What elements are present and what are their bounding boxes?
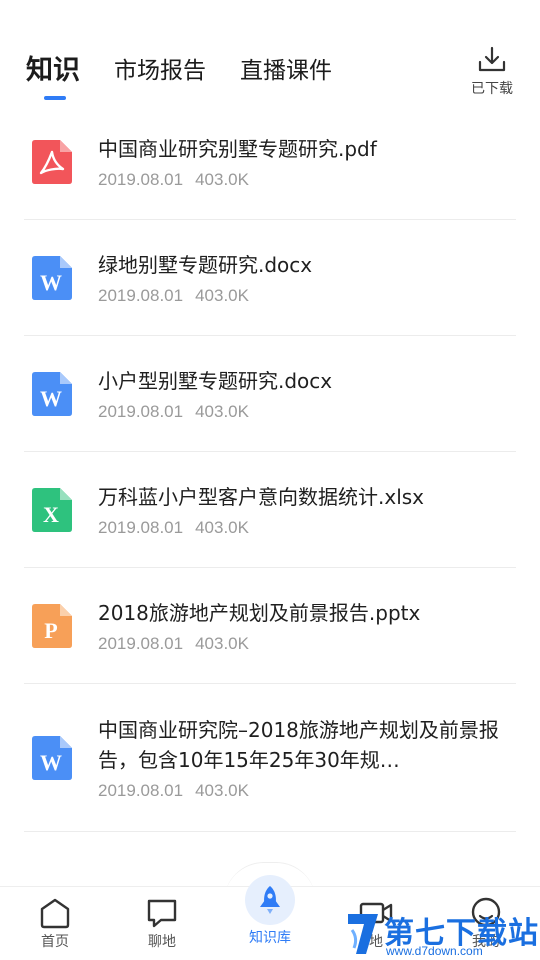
nav-home-label: 首页 — [41, 934, 69, 950]
file-size: 403.0K — [195, 285, 249, 305]
svg-text:W: W — [40, 750, 62, 775]
file-date: 2019.08.01 — [98, 517, 184, 537]
nav-chat-label: 聊地 — [148, 934, 176, 950]
svg-text:W: W — [40, 270, 62, 295]
word-file-icon: W — [32, 735, 72, 780]
downloaded-button[interactable]: 已下载 — [466, 46, 518, 98]
file-date: 2019.08.01 — [98, 780, 184, 800]
svg-text:X: X — [43, 502, 59, 527]
rocket-icon-circle — [245, 875, 295, 925]
file-item[interactable]: W 小户型别墅专题研究.docx 2019.08.01 403.0K — [24, 336, 516, 452]
file-name: 绿地别墅专题研究.docx — [98, 252, 313, 277]
file-item[interactable]: P 2018旅游地产规划及前景报告.pptx 2019.08.01 403.0K — [24, 568, 516, 684]
file-name: 小户型别墅专题研究.docx — [98, 368, 333, 393]
file-list: 中国商业研究别墅专题研究.pdf 2019.08.01 403.0K W 绿地别墅… — [24, 104, 516, 832]
file-date: 2019.08.01 — [98, 285, 184, 305]
pdf-file-icon — [32, 139, 72, 184]
file-size: 403.0K — [195, 780, 249, 800]
top-bar: 知识 市场报告 直播课件 已下载 — [0, 0, 540, 112]
file-name: 2018旅游地产规划及前景报告.pptx — [98, 600, 421, 625]
file-item[interactable]: W 绿地别墅专题研究.docx 2019.08.01 403.0K — [24, 220, 516, 336]
chat-icon — [147, 899, 177, 928]
nav-home[interactable]: 首页 — [15, 897, 95, 951]
word-file-icon: W — [32, 371, 72, 416]
nav-knowledge-base[interactable]: 知识库 — [230, 875, 310, 947]
file-size: 403.0K — [195, 517, 249, 537]
svg-text:P: P — [44, 618, 57, 643]
rocket-icon — [260, 886, 280, 914]
tab-knowledge[interactable]: 知识 — [26, 54, 80, 100]
ppt-file-icon: P — [32, 603, 72, 648]
svg-text:W: W — [40, 386, 62, 411]
file-size: 403.0K — [195, 401, 249, 421]
downloaded-label: 已下载 — [471, 81, 513, 97]
nav-knowledge-base-label: 知识库 — [249, 930, 291, 946]
file-date: 2019.08.01 — [98, 169, 184, 189]
file-name: 万科蓝小户型客户意向数据统计.xlsx — [98, 484, 425, 509]
file-item[interactable]: W 中国商业研究院–2018旅游地产规划及前景报告，包含10年15年25年30年… — [24, 684, 516, 832]
watermark-logo-icon — [348, 914, 378, 954]
file-name: 中国商业研究别墅专题研究.pdf — [98, 136, 377, 161]
file-size: 403.0K — [195, 169, 249, 189]
file-name: 中国商业研究院–2018旅游地产规划及前景报告，包含10年15年25年30年规… — [98, 717, 499, 772]
home-icon — [40, 898, 70, 929]
site-watermark: 第七下载站 www.d7down.com — [344, 908, 540, 960]
file-date: 2019.08.01 — [98, 633, 184, 653]
category-tabs: 知识 市场报告 直播课件 — [26, 54, 366, 100]
word-file-icon: W — [32, 255, 72, 300]
file-item[interactable]: X 万科蓝小户型客户意向数据统计.xlsx 2019.08.01 403.0K — [24, 452, 516, 568]
tab-live-courseware[interactable]: 直播课件 — [240, 54, 332, 88]
tab-market-report[interactable]: 市场报告 — [114, 54, 206, 88]
file-item[interactable]: 中国商业研究别墅专题研究.pdf 2019.08.01 403.0K — [24, 104, 516, 220]
nav-chat[interactable]: 聊地 — [122, 897, 202, 951]
download-icon — [478, 46, 506, 72]
excel-file-icon: X — [32, 487, 72, 532]
file-date: 2019.08.01 — [98, 401, 184, 421]
watermark-url: www.d7down.com — [386, 944, 483, 958]
file-size: 403.0K — [195, 633, 249, 653]
